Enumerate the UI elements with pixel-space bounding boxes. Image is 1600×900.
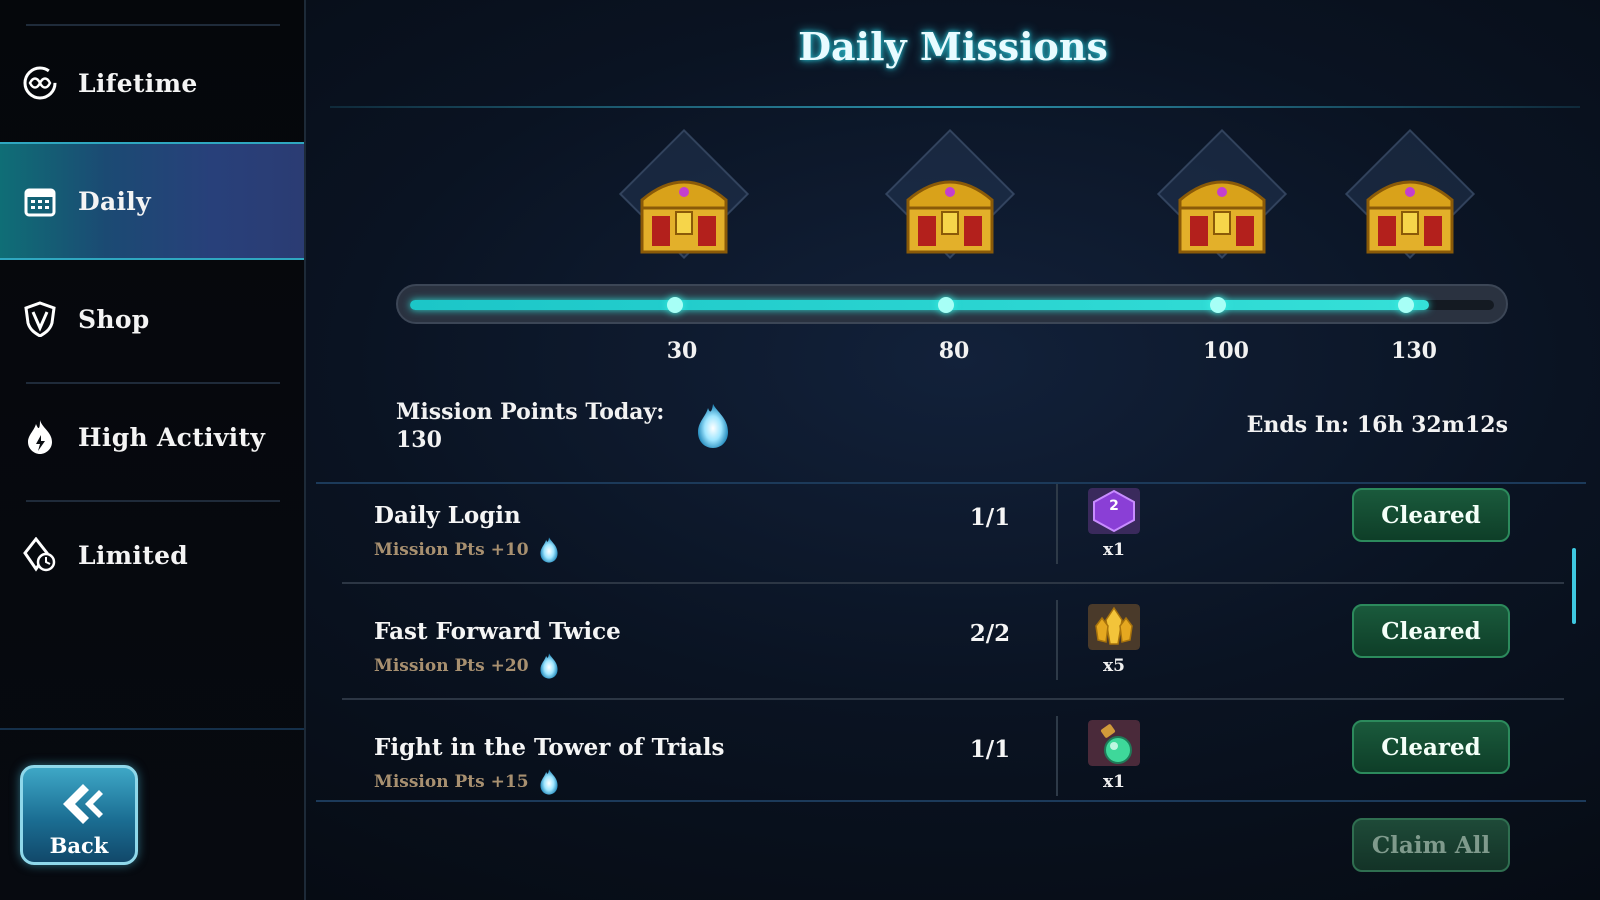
treasure-chest-icon xyxy=(906,180,994,254)
column-divider xyxy=(1056,600,1058,680)
mission-points-reward: Mission Pts +15 xyxy=(374,768,561,796)
reward-quantity: x5 xyxy=(1103,656,1125,676)
cleared-button[interactable]: Cleared xyxy=(1352,720,1510,774)
mission-points-reward: Mission Pts +20 xyxy=(374,652,561,680)
cleared-button[interactable]: Cleared xyxy=(1352,488,1510,542)
shield-v-icon xyxy=(22,301,58,337)
back-button-label: Back xyxy=(49,833,109,858)
mission-progress-bar xyxy=(396,284,1508,324)
row-divider xyxy=(342,582,1564,584)
treasure-chest-icon xyxy=(1366,180,1454,254)
ends-in-timer: Ends In: 16h 32m12s xyxy=(1246,412,1508,438)
reward-potion-icon[interactable] xyxy=(1088,720,1140,766)
points-value: 130 xyxy=(396,427,442,453)
reward-chest-80[interactable] xyxy=(874,128,1024,270)
sidebar-item-label: Daily xyxy=(78,186,151,216)
reward-chest-130[interactable] xyxy=(1334,128,1484,270)
back-button[interactable]: Back xyxy=(20,765,138,865)
milestone-label: 80 xyxy=(938,338,970,364)
page-title: Daily Missions xyxy=(798,24,1108,69)
mission-row: Fast Forward Twice Mission Pts +20 2/2 x… xyxy=(342,600,1564,700)
reward-purple-ticket-icon[interactable]: 2 xyxy=(1088,488,1140,534)
reward-chest-100[interactable] xyxy=(1146,128,1296,270)
reward-quantity: x1 xyxy=(1103,540,1125,560)
calendar-icon xyxy=(22,183,58,219)
progress-track xyxy=(410,297,1494,313)
title-divider xyxy=(330,106,1580,108)
row-divider xyxy=(342,698,1564,700)
mission-pts-label: Mission Pts +10 xyxy=(374,540,529,560)
reward-quantity: x1 xyxy=(1103,772,1125,792)
milestone-label: 30 xyxy=(666,338,698,364)
mission-orb-icon xyxy=(539,769,558,795)
sidebar-item-label: Shop xyxy=(78,304,150,334)
milestone-marker xyxy=(1398,297,1414,313)
mission-list-scrollbar[interactable] xyxy=(1572,548,1576,624)
sidebar-divider xyxy=(0,728,304,730)
infinity-refresh-icon xyxy=(22,65,58,101)
mission-progress: 1/1 xyxy=(969,736,1011,763)
sidebar-item-limited[interactable]: Limited xyxy=(0,496,304,614)
column-divider xyxy=(1056,716,1058,796)
diamond-clock-icon xyxy=(22,537,58,573)
mission-orb-icon xyxy=(539,537,558,563)
milestone-marker xyxy=(938,297,954,313)
reward-gold-crystal-icon[interactable] xyxy=(1088,604,1140,650)
mission-points-reward: Mission Pts +10 xyxy=(374,536,561,564)
sidebar-item-label: High Activity xyxy=(78,422,266,452)
milestone-label: 100 xyxy=(1203,338,1249,364)
sidebar-item-label: Limited xyxy=(78,540,189,570)
mission-orb-icon xyxy=(698,404,728,448)
treasure-chest-icon xyxy=(1178,180,1266,254)
mission-name: Daily Login xyxy=(374,502,521,529)
sidebar-item-lifetime[interactable]: Lifetime xyxy=(0,24,304,142)
mission-row: Daily Login Mission Pts +10 1/1 2 x1 Cle… xyxy=(342,484,1564,584)
svg-text:2: 2 xyxy=(1109,498,1119,514)
milestone-marker xyxy=(1210,297,1226,313)
points-label: Mission Points Today: xyxy=(396,399,665,425)
sidebar-item-high-activity[interactable]: High Activity xyxy=(0,378,304,496)
mission-orb-icon xyxy=(539,653,558,679)
progress-fill xyxy=(410,300,1429,310)
mission-pts-label: Mission Pts +20 xyxy=(374,656,529,676)
treasure-chest-icon xyxy=(640,180,728,254)
mission-progress: 1/1 xyxy=(969,504,1011,531)
mission-pts-label: Mission Pts +15 xyxy=(374,772,529,792)
mission-progress: 2/2 xyxy=(969,620,1011,647)
mission-name: Fast Forward Twice xyxy=(374,618,621,645)
milestone-label: 130 xyxy=(1391,338,1437,364)
back-chevron-icon xyxy=(59,782,105,830)
list-divider xyxy=(316,800,1586,802)
reward-chest-30[interactable] xyxy=(608,128,758,270)
mission-name: Fight in the Tower of Trials xyxy=(374,734,725,761)
flame-icon xyxy=(22,419,58,455)
milestone-marker xyxy=(667,297,683,313)
sidebar-item-daily[interactable]: Daily xyxy=(0,142,304,260)
sidebar-item-label: Lifetime xyxy=(78,68,198,98)
sidebar: Lifetime Daily Shop High Activity Limite… xyxy=(0,0,306,900)
sidebar-item-shop[interactable]: Shop xyxy=(0,260,304,378)
claim-all-button[interactable]: Claim All xyxy=(1352,818,1510,872)
cleared-button[interactable]: Cleared xyxy=(1352,604,1510,658)
column-divider xyxy=(1056,484,1058,564)
mission-points-today: Mission Points Today: 130 xyxy=(396,398,664,454)
